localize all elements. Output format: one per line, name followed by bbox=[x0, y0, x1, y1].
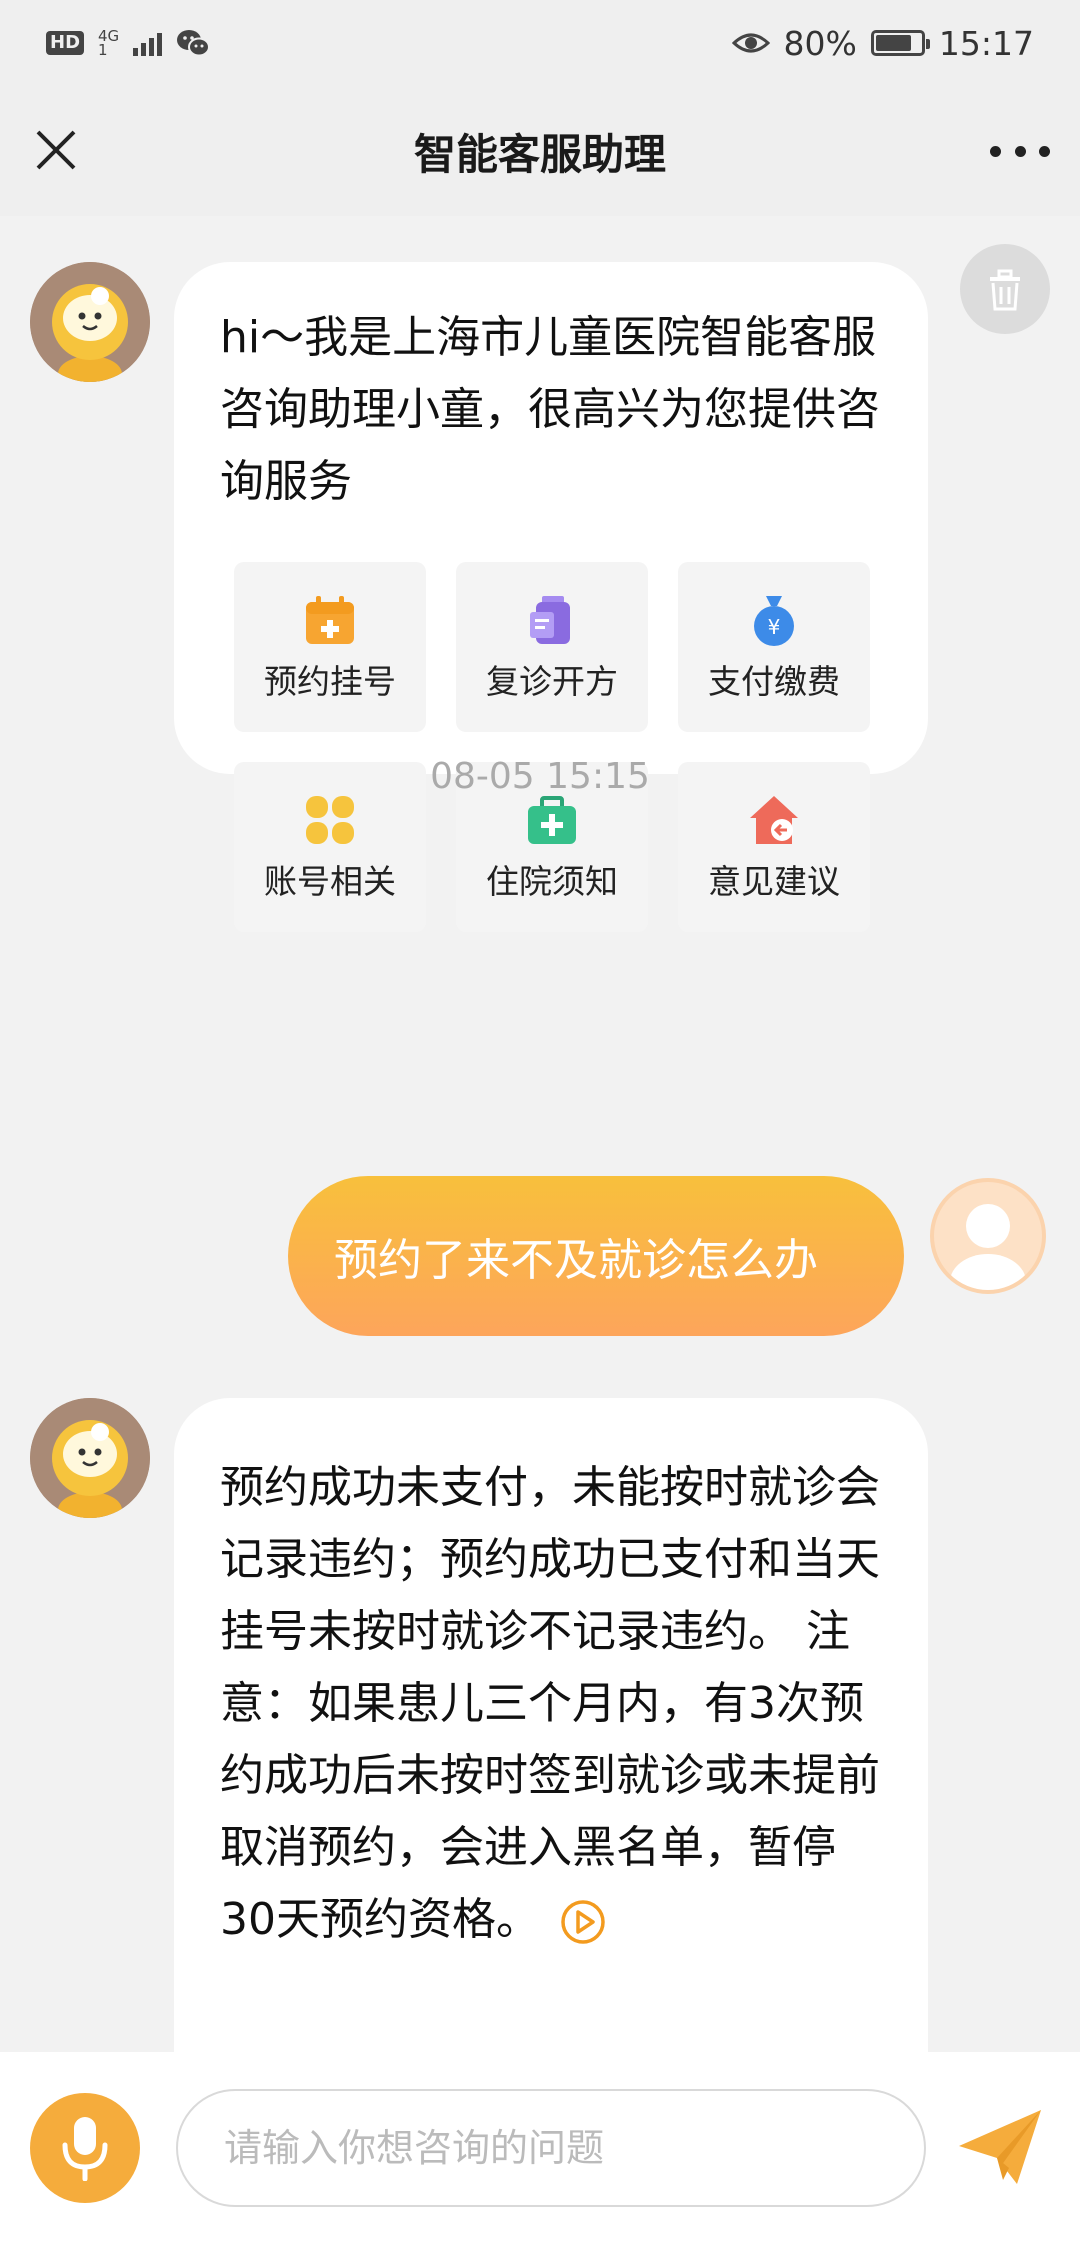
calendar-plus-icon bbox=[306, 596, 354, 644]
chat-area[interactable]: hi～我是上海市儿童医院智能客服咨询助理小童，很高兴为您提供咨询服务 预约挂号 bbox=[0, 216, 1080, 2052]
quick-action-prescription[interactable]: 复诊开方 bbox=[456, 562, 648, 732]
nav-bar: 智能客服助理 bbox=[0, 86, 1080, 216]
network-indicator: 4G 1 bbox=[98, 29, 119, 59]
quick-action-payment[interactable]: ¥ 支付缴费 bbox=[678, 562, 870, 732]
more-icon[interactable] bbox=[990, 126, 1050, 176]
svg-text:¥: ¥ bbox=[768, 615, 781, 639]
medical-kit-icon bbox=[528, 796, 576, 844]
bot-message: 预约成功未支付，未能按时就诊会记录违约；预约成功已支付和当天挂号未按时就诊不记录… bbox=[174, 1398, 928, 2052]
page-title: 智能客服助理 bbox=[413, 129, 666, 179]
user-message-text: 预约了来不及就诊怎么办 bbox=[334, 1235, 818, 1286]
prescription-icon bbox=[530, 596, 570, 644]
money-bag-icon: ¥ bbox=[754, 596, 794, 646]
quick-action-label: 住院须知 bbox=[486, 862, 618, 901]
bot-message: hi～我是上海市儿童医院智能客服咨询助理小童，很高兴为您提供咨询服务 预约挂号 bbox=[174, 262, 928, 932]
battery-icon bbox=[870, 30, 930, 56]
status-bar: HD 4G 1 80% 15:17 bbox=[0, 0, 1080, 86]
user-avatar-icon bbox=[950, 1204, 1026, 1290]
hd-badge: HD bbox=[46, 31, 85, 55]
bot-message-text: hi～我是上海市儿童医院智能客服咨询助理小童，很高兴为您提供咨询服务 bbox=[220, 312, 880, 507]
trash-icon bbox=[990, 269, 1020, 311]
quick-action-label: 支付缴费 bbox=[708, 662, 840, 701]
status-left: HD 4G 1 bbox=[46, 28, 211, 59]
bot-avatar bbox=[30, 1398, 150, 1518]
quick-action-label: 账号相关 bbox=[264, 862, 396, 901]
bot-message-text: 预约成功未支付，未能按时就诊会记录违约；预约成功已支付和当天挂号未按时就诊不记录… bbox=[220, 1462, 880, 1945]
send-icon bbox=[959, 2110, 1042, 2184]
signal-icon bbox=[133, 30, 163, 56]
quick-actions: 预约挂号 复诊开方 ¥ 支付缴费 账号相关 住院须知 意见建议 bbox=[220, 562, 882, 932]
clock: 15:17 bbox=[938, 23, 1034, 63]
quick-action-label: 意见建议 bbox=[708, 862, 840, 901]
network-sub: 1 bbox=[98, 41, 108, 59]
clover-icon bbox=[306, 796, 354, 844]
close-icon[interactable] bbox=[30, 124, 82, 176]
feedback-house-icon bbox=[750, 796, 798, 844]
message-timestamp: 08-05 15:15 bbox=[430, 756, 650, 797]
eye-icon bbox=[731, 33, 770, 53]
wechat-icon bbox=[177, 30, 211, 57]
microphone-icon bbox=[62, 2117, 108, 2181]
quick-action-appointment[interactable]: 预约挂号 bbox=[234, 562, 426, 732]
send-button[interactable] bbox=[950, 2098, 1050, 2198]
user-message: 预约了来不及就诊怎么办 bbox=[288, 1176, 904, 1336]
input-bar bbox=[0, 2052, 1080, 2244]
user-avatar bbox=[930, 1178, 1046, 1294]
robot-mascot-icon bbox=[30, 262, 150, 382]
quick-action-label: 复诊开方 bbox=[486, 662, 618, 701]
quick-action-label: 预约挂号 bbox=[264, 662, 396, 701]
status-right: 80% 15:17 bbox=[731, 23, 1034, 63]
voice-input-button[interactable] bbox=[30, 2093, 140, 2203]
clear-chat-button[interactable] bbox=[960, 244, 1050, 334]
robot-mascot-icon bbox=[30, 1398, 150, 1518]
question-input[interactable] bbox=[176, 2089, 927, 2207]
play-audio-icon[interactable] bbox=[560, 1899, 606, 1945]
battery-percent: 80% bbox=[783, 23, 857, 63]
bot-avatar bbox=[30, 262, 150, 382]
